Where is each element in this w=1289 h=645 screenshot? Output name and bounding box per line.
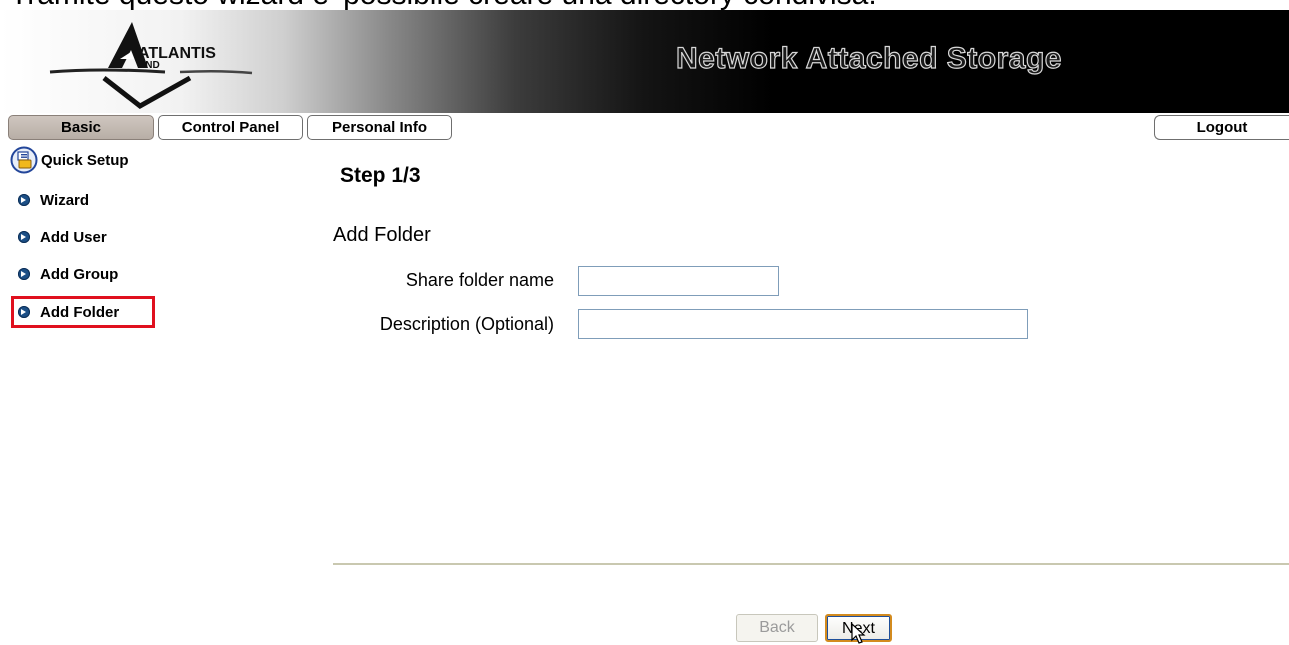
- sidebar-item-wizard[interactable]: Wizard: [18, 189, 89, 211]
- selection-highlight: [11, 296, 155, 328]
- sidebar-item-label: Add User: [40, 228, 107, 246]
- tab-personal-info[interactable]: Personal Info: [307, 115, 452, 140]
- sidebar-item-add-group[interactable]: Add Group: [18, 263, 118, 285]
- description-input[interactable]: [578, 309, 1028, 339]
- section-title: Add Folder: [333, 224, 431, 246]
- header-banner: ATLANTIS AND Network Attached Storage: [0, 10, 1289, 113]
- description-label: Description (Optional): [379, 314, 554, 334]
- step-indicator: Step 1/3: [340, 164, 421, 187]
- tab-basic[interactable]: Basic: [8, 115, 154, 140]
- bullet-arrow-icon: [18, 194, 30, 206]
- back-button[interactable]: Back: [736, 614, 818, 642]
- mouse-cursor-icon: [851, 623, 866, 644]
- tab-control-panel[interactable]: Control Panel: [158, 115, 303, 140]
- logo-subtext: AND: [138, 60, 160, 71]
- quick-setup-icon: [10, 146, 38, 174]
- sidebar-item-label: Add Group: [40, 265, 119, 283]
- divider: [333, 563, 1289, 565]
- banner-title: Network Attached Storage: [675, 41, 1062, 75]
- bullet-arrow-icon: [18, 231, 30, 243]
- sidebar-header[interactable]: Quick Setup: [10, 145, 129, 175]
- logout-button[interactable]: Logout: [1154, 115, 1289, 140]
- share-folder-name-label: Share folder name: [405, 270, 554, 290]
- sidebar-header-label: Quick Setup: [41, 151, 129, 169]
- bullet-arrow-icon: [18, 268, 30, 280]
- atlantis-logo: ATLANTIS AND: [49, 22, 253, 109]
- sidebar-item-add-user[interactable]: Add User: [18, 226, 107, 248]
- share-folder-name-input[interactable]: [578, 266, 779, 296]
- sidebar-item-label: Wizard: [40, 191, 90, 209]
